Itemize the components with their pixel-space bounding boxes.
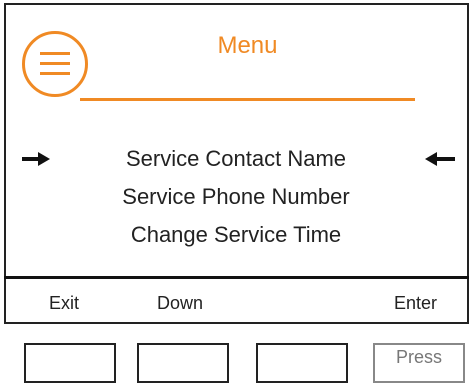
menu-item-service-contact-name[interactable]: Service Contact Name	[60, 146, 412, 172]
press-label: Press	[395, 347, 442, 367]
softkey-divider	[4, 276, 469, 279]
hamburger-bar	[40, 72, 70, 75]
softkey-label-enter: Enter	[394, 293, 438, 313]
selection-arrow-left-icon	[425, 152, 455, 166]
title-underline	[80, 98, 415, 101]
menu-item-change-service-time[interactable]: Change Service Time	[60, 222, 412, 248]
softkey-label-down: Down	[157, 293, 204, 313]
page-title: Menu	[217, 32, 278, 59]
down-button[interactable]	[137, 343, 229, 383]
exit-button[interactable]	[24, 343, 116, 383]
menu-item-service-phone-number[interactable]: Service Phone Number	[60, 184, 412, 210]
unlabeled-button[interactable]	[256, 343, 348, 383]
hamburger-icon[interactable]	[22, 31, 88, 97]
softkey-label-exit: Exit	[49, 293, 80, 313]
screen-bottom-edge	[4, 322, 469, 324]
selection-arrow-right-icon	[22, 152, 52, 166]
hamburger-bar	[40, 62, 70, 65]
hamburger-bar	[40, 52, 70, 55]
enter-button[interactable]: Press	[373, 343, 465, 383]
